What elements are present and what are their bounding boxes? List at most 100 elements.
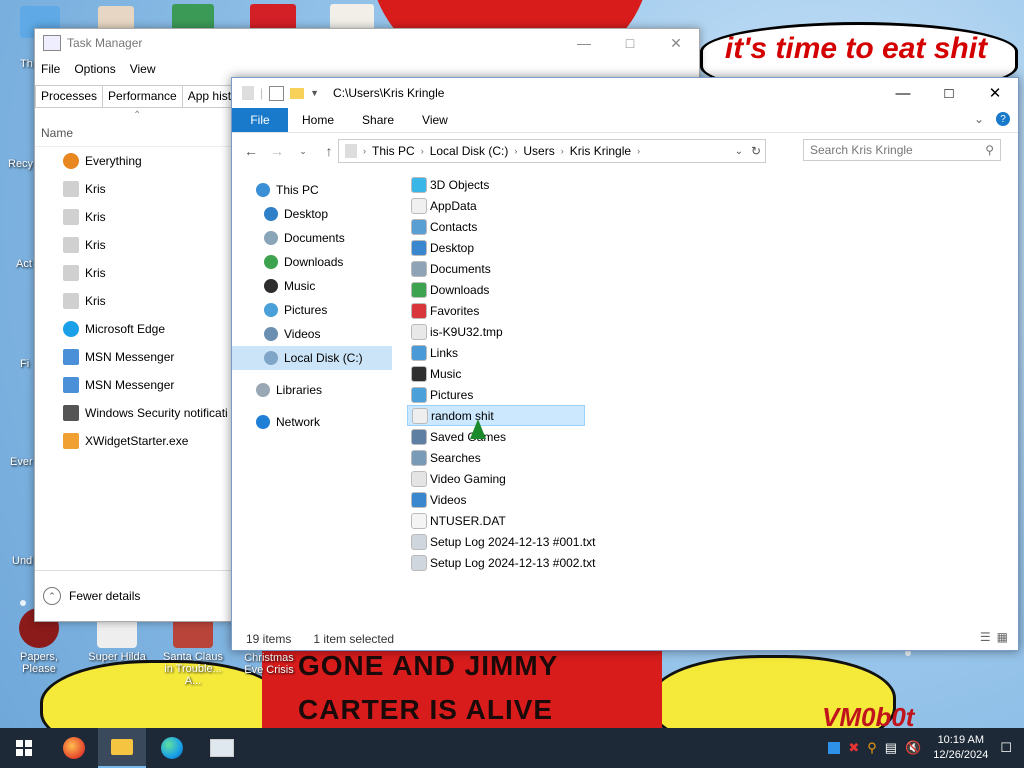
minimize-button[interactable]: —: [880, 78, 926, 108]
nav-item[interactable]: Documents: [232, 226, 392, 250]
sort-up-icon[interactable]: ⌃: [133, 110, 141, 121]
task-manager-button[interactable]: [198, 728, 246, 768]
security-icon[interactable]: ✖: [848, 740, 859, 756]
recent-locations-icon[interactable]: ⌄: [290, 146, 316, 157]
desktop-icon-christmas-eve-crisis[interactable]: Christmas Eve Crisis: [234, 652, 304, 676]
ribbon-tab-file[interactable]: File: [232, 108, 288, 132]
explorer-titlebar[interactable]: | ▼ C:\Users\Kris Kringle — □ ✕: [232, 78, 1018, 108]
file-item[interactable]: AppData: [407, 195, 807, 216]
file-item[interactable]: Favorites: [407, 300, 807, 321]
breadcrumb-kris-kringle[interactable]: Kris Kringle: [564, 144, 637, 158]
nav-item[interactable]: Pictures: [232, 298, 392, 322]
file-item[interactable]: Videos: [407, 489, 807, 510]
ribbon-tab-view[interactable]: View: [408, 113, 462, 127]
mcdonalds-icon[interactable]: [250, 4, 296, 30]
file-item[interactable]: Video Gaming: [407, 468, 807, 489]
tray-app-icon[interactable]: [828, 742, 841, 754]
file-item[interactable]: Links: [407, 342, 807, 363]
desktop-label-6[interactable]: Und: [12, 555, 32, 567]
everything-search-icon[interactable]: ⚲: [867, 740, 877, 756]
address-bar[interactable]: › This PC › Local Disk (C:) › Users › Kr…: [338, 139, 766, 163]
task-manager-titlebar[interactable]: Task Manager — □ ✕: [35, 29, 699, 57]
file-item[interactable]: Searches: [407, 447, 807, 468]
volume-muted-icon[interactable]: 🔇: [905, 740, 921, 756]
file-item[interactable]: Setup Log 2024-12-13 #002.txt: [407, 552, 807, 573]
breadcrumb-this-pc[interactable]: This PC: [366, 144, 421, 158]
large-icons-view-icon[interactable]: ▦: [997, 630, 1008, 644]
nav-item[interactable]: Desktop: [232, 202, 392, 226]
start-button[interactable]: [0, 728, 48, 768]
nav-item[interactable]: Network: [232, 410, 392, 434]
desktop-label-4[interactable]: Fi: [20, 358, 29, 370]
file-item[interactable]: Pictures: [407, 384, 807, 405]
firefox-icon: [63, 737, 85, 759]
file-explorer-icon: [111, 739, 133, 755]
expand-ribbon-icon[interactable]: ⌄: [974, 112, 984, 126]
file-item[interactable]: Documents: [407, 258, 807, 279]
network-icon[interactable]: ▤: [885, 740, 897, 756]
close-button[interactable]: ✕: [653, 29, 699, 57]
file-item[interactable]: Desktop: [407, 237, 807, 258]
search-box[interactable]: Search Kris Kringle ⚲: [803, 139, 1001, 161]
breadcrumb-separator[interactable]: ›: [637, 146, 640, 156]
tab-processes[interactable]: Processes: [35, 85, 104, 107]
firefox-button[interactable]: [50, 728, 98, 768]
file-item[interactable]: Contacts: [407, 216, 807, 237]
file-item[interactable]: NTUSER.DAT: [407, 510, 807, 531]
notifications-icon[interactable]: ☐: [1000, 740, 1012, 756]
nav-item[interactable]: Downloads: [232, 250, 392, 274]
close-button[interactable]: ✕: [972, 78, 1018, 108]
desktop-label-2[interactable]: Recy: [8, 158, 33, 170]
refresh-icon[interactable]: ↻: [751, 144, 761, 158]
search-icon: [63, 153, 79, 169]
forward-arrow-icon[interactable]: →: [264, 143, 290, 159]
file-item[interactable]: is-K9U32.tmp: [407, 321, 807, 342]
desktop-icon-top-3[interactable]: [172, 4, 214, 30]
nav-item-label: Downloads: [284, 255, 344, 269]
help-icon[interactable]: ?: [996, 112, 1010, 126]
nav-location-icon: [256, 183, 270, 197]
ribbon-tab-share[interactable]: Share: [348, 113, 408, 127]
breadcrumb-local-disk[interactable]: Local Disk (C:): [424, 144, 515, 158]
minimize-button[interactable]: —: [561, 29, 607, 57]
address-dropdown-icon[interactable]: ⌄: [735, 146, 743, 157]
back-arrow-icon[interactable]: ←: [238, 143, 264, 159]
desktop-icon-top-5[interactable]: [330, 4, 374, 30]
file-item[interactable]: 3D Objects: [407, 174, 807, 195]
ribbon-tab-home[interactable]: Home: [288, 113, 348, 127]
process-name: Kris: [85, 238, 106, 252]
new-folder-icon[interactable]: [290, 87, 305, 99]
maximize-button[interactable]: □: [607, 29, 653, 57]
file-item[interactable]: Music: [407, 363, 807, 384]
folder-icon: [412, 407, 428, 424]
breadcrumb-users[interactable]: Users: [517, 144, 560, 158]
desktop-label-3[interactable]: Act: [16, 258, 32, 270]
edge-button[interactable]: [148, 728, 196, 768]
folder-icon: [411, 260, 427, 277]
properties-icon[interactable]: [269, 85, 285, 101]
file-item[interactable]: Saved Games: [407, 426, 807, 447]
nav-item[interactable]: Local Disk (C:): [232, 346, 392, 370]
nav-item[interactable]: Music: [232, 274, 392, 298]
maximize-button[interactable]: □: [926, 78, 972, 108]
menu-options[interactable]: Options: [74, 62, 115, 76]
desktop-label-1[interactable]: Th: [20, 58, 33, 70]
menu-file[interactable]: File: [41, 62, 60, 76]
file-item[interactable]: Setup Log 2024-12-13 #001.txt: [407, 531, 807, 552]
clock[interactable]: 10:19 AM 12/26/2024: [933, 733, 988, 763]
file-item[interactable]: Downloads: [407, 279, 807, 300]
customize-toolbar-icon[interactable]: ▼: [310, 88, 319, 98]
tab-performance[interactable]: Performance: [102, 85, 183, 107]
details-view-icon[interactable]: ☰: [980, 630, 991, 644]
nav-item[interactable]: This PC: [232, 178, 392, 202]
file-explorer-window[interactable]: | ▼ C:\Users\Kris Kringle — □ ✕ File Hom…: [231, 77, 1019, 651]
file-explorer-button[interactable]: [98, 728, 146, 768]
nav-item[interactable]: Libraries: [232, 378, 392, 402]
menu-view[interactable]: View: [130, 62, 156, 76]
file-item[interactable]: random shit: [407, 405, 585, 426]
file-list: 3D Objects AppData Contacts Desktop Document…: [407, 174, 807, 573]
task-manager-title: Task Manager: [67, 36, 143, 50]
nav-item[interactable]: Videos: [232, 322, 392, 346]
edge-icon: [63, 321, 79, 337]
desktop-label-5[interactable]: Ever: [10, 456, 33, 468]
